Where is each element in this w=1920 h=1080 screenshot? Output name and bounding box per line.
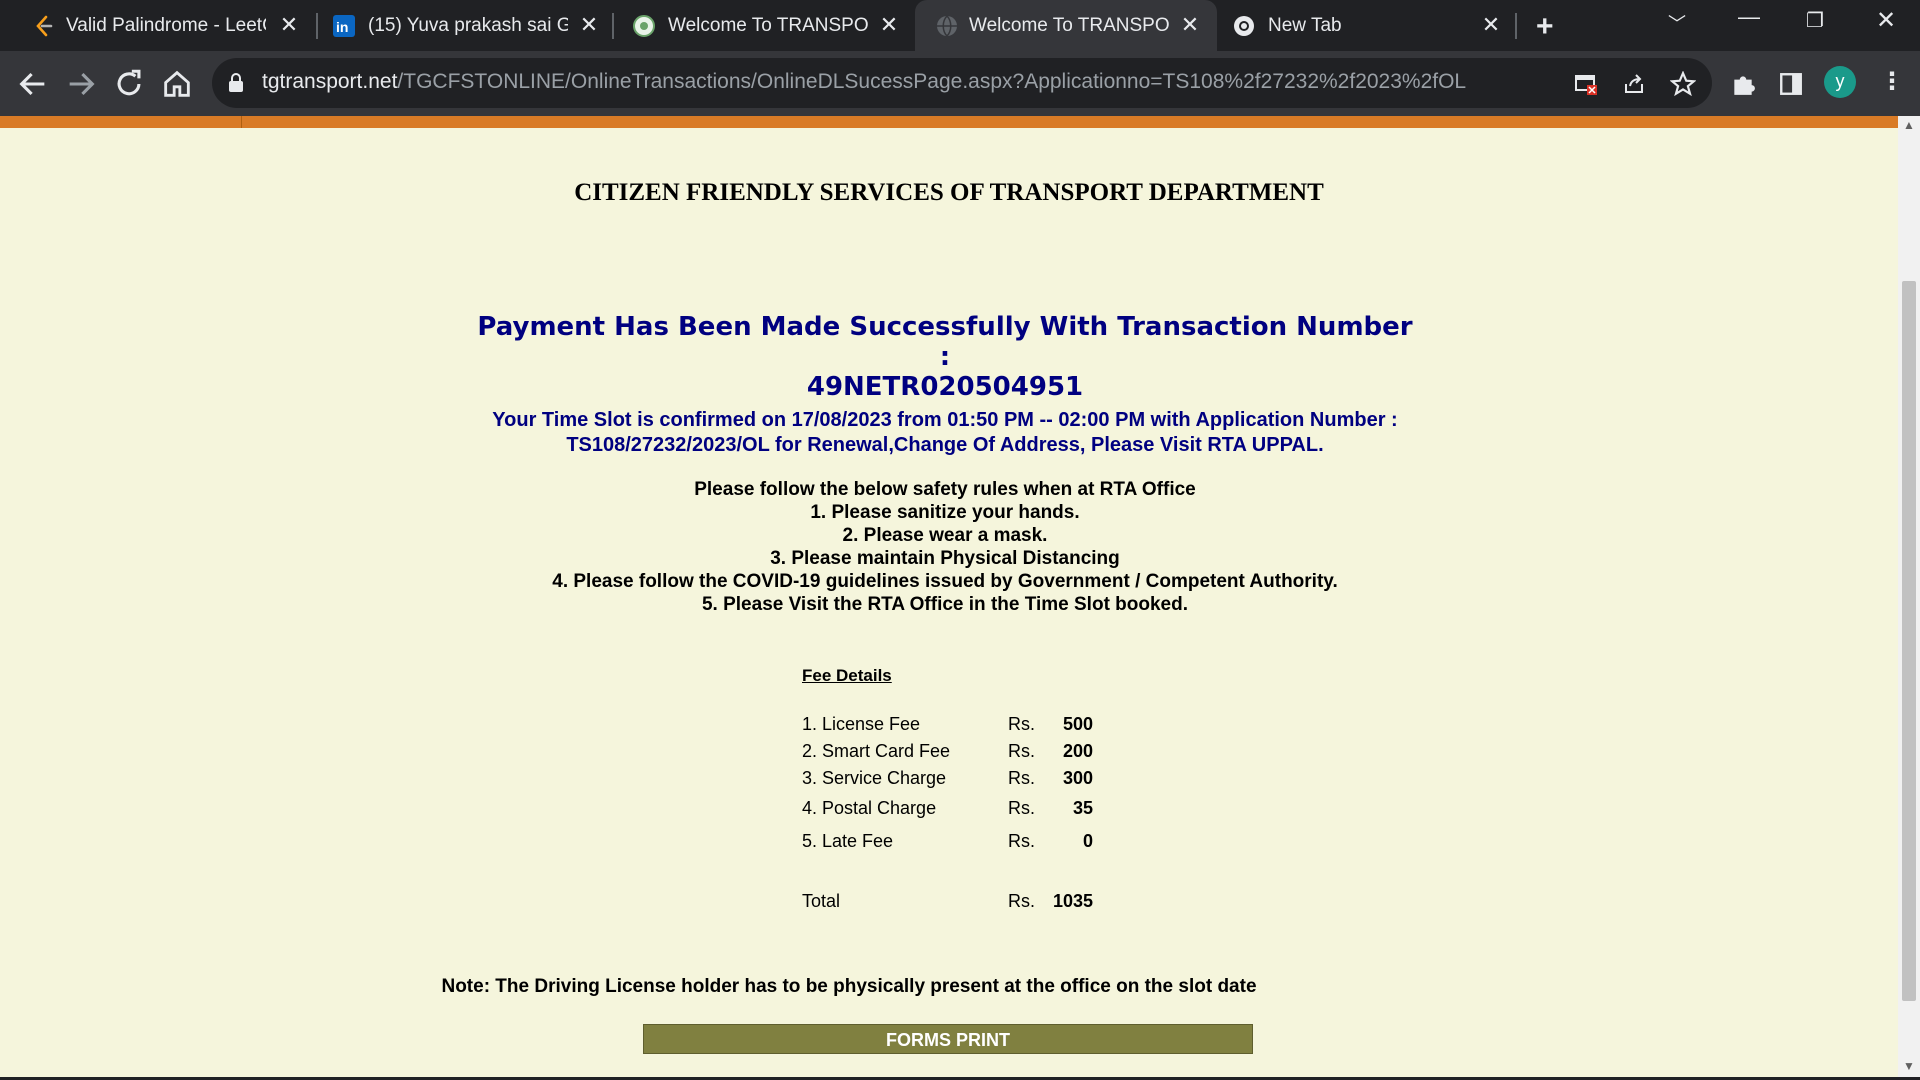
tab-strip: Valid Palindrome - LeetCo ✕ in (15) Yuva…: [0, 0, 1920, 51]
rule-item: 5. Please Visit the RTA Office in the Ti…: [701, 594, 1189, 615]
fee-row: 5. Late Fee Rs. 0: [0, 831, 1898, 855]
total-amount: 1035: [1052, 891, 1093, 911]
leetcode-icon: [36, 15, 53, 37]
slot-line: Your Time Slot is confirmed on 17/08/202…: [492, 409, 1398, 431]
fee-amount: 35: [1072, 798, 1093, 818]
safety-rules: Please follow the below safety rules whe…: [400, 478, 1490, 616]
new-tab-plus-icon[interactable]: +: [1536, 10, 1554, 44]
fee-total-row: Total Rs. 1035: [0, 891, 1898, 915]
close-tab-icon[interactable]: ✕: [1478, 12, 1504, 38]
fee-label: 5. Late Fee: [802, 831, 894, 851]
fee-amount: 500: [1062, 714, 1093, 734]
rule-item: 4. Please follow the COVID-19 guidelines…: [552, 571, 1338, 592]
tab-title: Welcome To TRANSPORT: [668, 14, 868, 36]
fee-amount: 300: [1062, 768, 1093, 788]
note-text: Note: The Driving License holder has to …: [0, 976, 1898, 998]
home-icon[interactable]: [160, 67, 194, 101]
fee-label: 3. Service Charge: [802, 768, 947, 788]
fee-label: 2. Smart Card Fee: [802, 741, 951, 761]
url-text[interactable]: tgtransport.net/TGCFSTONLINE/OnlineTrans…: [262, 70, 1466, 94]
close-tab-icon[interactable]: ✕: [276, 12, 302, 38]
tab-title: Welcome To TRANSPORT: [969, 14, 1169, 36]
tab-divider: [316, 13, 318, 39]
rules-title: Please follow the below safety rules whe…: [694, 479, 1196, 500]
share-icon[interactable]: [1622, 72, 1646, 96]
linkedin-icon: in: [333, 15, 355, 37]
rule-item: 2. Please wear a mask.: [842, 525, 1048, 546]
page-content: CITIZEN FRIENDLY SERVICES OF TRANSPORT D…: [0, 116, 1898, 1077]
tab-transport-1[interactable]: Welcome To TRANSPORT ✕: [620, 0, 910, 51]
tab-search-chevron-icon[interactable]: ﹀: [1668, 10, 1686, 36]
fee-row: 2. Smart Card Fee Rs. 200: [0, 741, 1898, 765]
window-close-icon[interactable]: ✕: [1876, 6, 1896, 35]
fee-label: 1. License Fee: [802, 714, 921, 734]
time-slot-message: Your Time Slot is confirmed on 17/08/202…: [440, 408, 1450, 458]
url-path: /TGCFSTONLINE/OnlineTransactions/OnlineD…: [397, 70, 1467, 93]
menu-kebab-icon[interactable]: ⋮: [1880, 68, 1904, 96]
fee-details-title: Fee Details: [802, 666, 892, 685]
application-line: TS108/27232/2023/OL for Renewal,Change O…: [566, 434, 1324, 456]
page-scrollbar[interactable]: ▲ ▼: [1898, 116, 1920, 1077]
scroll-down-arrow-icon[interactable]: ▼: [1903, 1059, 1915, 1073]
forms-print-button[interactable]: FORMS PRINT: [643, 1024, 1253, 1054]
tab-title: (15) Yuva prakash sai Gun: [368, 14, 568, 36]
page-title: CITIZEN FRIENDLY SERVICES OF TRANSPORT D…: [574, 179, 1324, 206]
url-host: tgtransport.net: [262, 70, 398, 93]
back-icon[interactable]: [16, 67, 50, 101]
fee-amount: 0: [1082, 831, 1093, 851]
extensions-puzzle-icon[interactable]: [1730, 71, 1756, 97]
nav-separator: [241, 116, 242, 128]
tab-leetcode[interactable]: Valid Palindrome - LeetCo ✕: [20, 0, 310, 51]
rule-item: 3. Please maintain Physical Distancing: [770, 548, 1120, 569]
forward-icon[interactable]: [64, 67, 98, 101]
globe-icon: [937, 15, 957, 38]
tab-divider: [1515, 13, 1517, 39]
fee-label: 4. Postal Charge: [802, 798, 937, 818]
site-nav-bar: [0, 116, 1898, 128]
close-tab-icon[interactable]: ✕: [576, 12, 602, 38]
tab-divider: [612, 13, 614, 39]
fee-row: 1. License Fee Rs. 500: [0, 714, 1898, 738]
scroll-up-arrow-icon[interactable]: ▲: [1903, 118, 1915, 132]
payment-line: Payment Has Been Made Successfully With …: [477, 312, 1413, 372]
fee-row: 3. Service Charge Rs. 300: [0, 768, 1898, 792]
tab-title: New Tab: [1268, 14, 1342, 36]
tab-transport-active[interactable]: Welcome To TRANSPORT ✕: [915, 0, 1217, 51]
chrome-icon: [1234, 16, 1254, 36]
tab-linkedin[interactable]: in (15) Yuva prakash sai Gun ✕: [322, 0, 612, 51]
fee-amount: 200: [1062, 741, 1093, 761]
popup-blocked-icon[interactable]: [1574, 72, 1598, 96]
svg-text:in: in: [336, 19, 348, 35]
transaction-number: 49NETR020504951: [806, 372, 1084, 402]
profile-avatar[interactable]: y: [1824, 66, 1856, 98]
restore-icon[interactable]: ❐: [1806, 8, 1824, 33]
close-tab-icon[interactable]: ✕: [1177, 12, 1203, 38]
fee-row: 4. Postal Charge Rs. 35: [0, 798, 1898, 822]
tab-new-tab[interactable]: New Tab ✕: [1222, 0, 1512, 51]
bookmark-star-icon[interactable]: [1670, 71, 1696, 97]
scroll-thumb[interactable]: [1902, 281, 1916, 1001]
close-tab-icon[interactable]: ✕: [876, 12, 902, 38]
transport-emblem-icon: [633, 15, 655, 37]
side-panel-icon[interactable]: [1778, 71, 1804, 97]
rule-item: 1. Please sanitize your hands.: [810, 502, 1080, 523]
note-message: Note: The Driving License holder has to …: [441, 976, 1257, 997]
minimize-icon[interactable]: —: [1738, 4, 1760, 30]
tab-title: Valid Palindrome - LeetCo: [66, 14, 266, 36]
payment-success-message: Payment Has Been Made Successfully With …: [470, 312, 1420, 402]
lock-icon[interactable]: [226, 72, 246, 94]
total-label: Total: [802, 891, 841, 911]
reload-icon[interactable]: [112, 67, 146, 101]
